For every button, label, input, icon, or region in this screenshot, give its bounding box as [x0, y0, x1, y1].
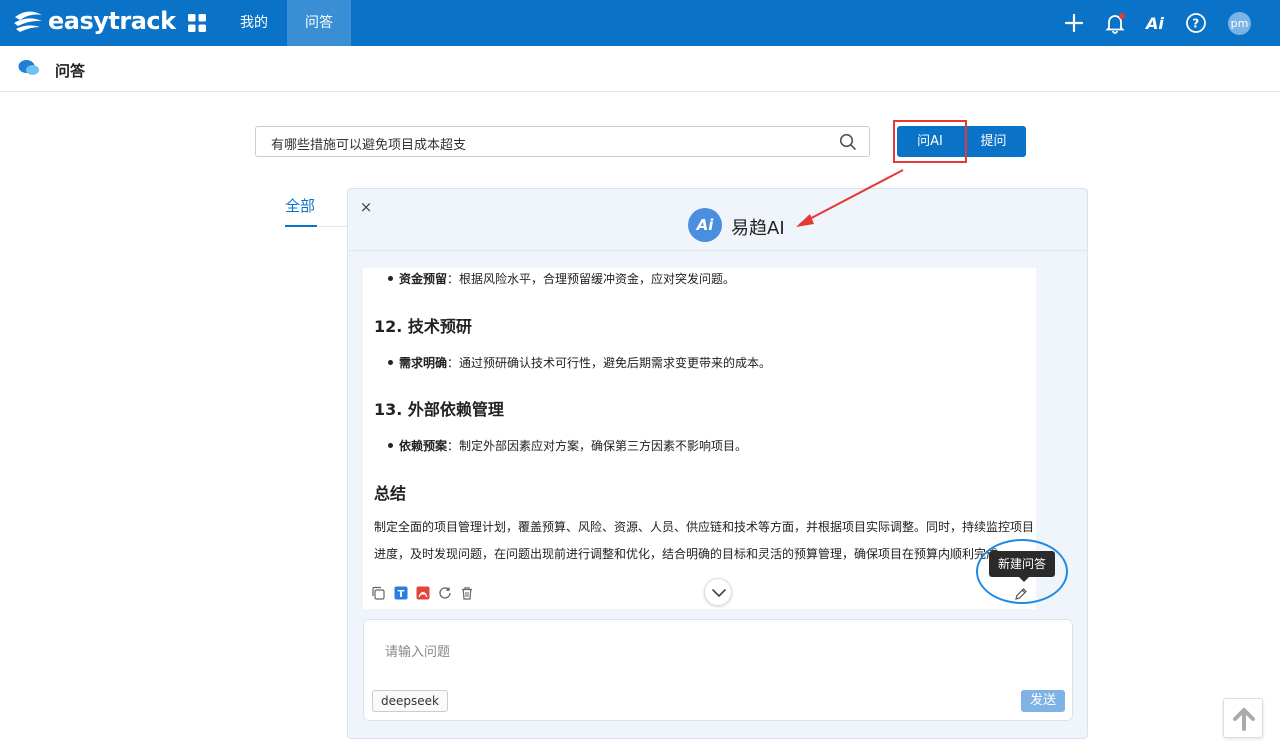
page-title: 问答	[55, 62, 86, 80]
word-export-icon[interactable]: T	[394, 586, 408, 600]
answer-bullet: 资金预留：根据风险水平，合理预留缓冲资金，应对突发问题。	[387, 272, 736, 286]
chevron-down-icon	[712, 589, 726, 598]
help-icon[interactable]: ?	[1185, 12, 1207, 34]
top-navbar: easytrack 我的 问答 Ai ? pm	[0, 0, 1280, 46]
answer-toolbar: T	[363, 579, 1036, 609]
ask-question-button[interactable]: 提问	[961, 126, 1026, 157]
send-button[interactable]: 发送	[1021, 690, 1065, 712]
model-selector[interactable]: deepseek	[372, 690, 448, 712]
svg-text:Ai: Ai	[1145, 14, 1164, 33]
arrow-up-icon	[1233, 708, 1255, 731]
tab-active-indicator	[285, 225, 317, 227]
tab-all[interactable]: 全部	[285, 195, 315, 216]
ai-answer-content: 资金预留：根据风险水平，合理预留缓冲资金，应对突发问题。 12. 技术预研 需求…	[363, 268, 1036, 608]
plus-icon[interactable]	[1063, 12, 1085, 34]
pdf-export-icon[interactable]	[416, 586, 430, 600]
search-input[interactable]: 有哪些措施可以避免项目成本超支	[255, 126, 870, 157]
answer-heading: 12. 技术预研	[374, 317, 472, 336]
svg-text:?: ?	[1192, 17, 1199, 31]
ai-chat-panel: × Ai 易趋AI 资金预留：根据风险水平，合理预留缓冲资金，应对突发问题。 1…	[347, 188, 1088, 739]
delete-icon[interactable]	[460, 586, 474, 600]
answer-paragraph: 制定全面的项目管理计划，覆盖预算、风险、资源、人员、供应链和技术等方面，并根据项…	[374, 520, 1035, 561]
answer-heading: 总结	[374, 484, 407, 503]
refresh-icon[interactable]	[438, 586, 452, 600]
answer-bullet: 依赖预案：制定外部因素应对方案，确保第三方因素不影响项目。	[387, 439, 748, 453]
logo-text: easytrack	[48, 7, 176, 35]
ai-panel-title: 易趋AI	[731, 218, 785, 239]
question-input[interactable]: 请输入问题 deepseek 发送	[363, 619, 1073, 721]
apps-grid-icon[interactable]	[188, 14, 206, 32]
svg-text:T: T	[398, 589, 405, 600]
question-input-placeholder: 请输入问题	[385, 645, 451, 660]
search-icon[interactable]	[839, 133, 857, 151]
panel-divider	[348, 250, 1087, 251]
highlight-circle	[976, 539, 1068, 604]
easytrack-logo[interactable]: easytrack	[12, 7, 176, 35]
nav-mine[interactable]: 我的	[222, 0, 286, 46]
nav-qa[interactable]: 问答	[287, 0, 351, 46]
ai-icon[interactable]: Ai	[1145, 12, 1167, 34]
notification-dot	[1119, 13, 1125, 19]
close-icon[interactable]: ×	[358, 199, 374, 215]
chat-bubbles-icon	[18, 60, 39, 75]
search-input-value: 有哪些措施可以避免项目成本超支	[271, 138, 467, 153]
back-to-top-button[interactable]	[1223, 698, 1263, 738]
page-header: 问答	[0, 46, 1280, 92]
highlight-box	[893, 120, 967, 163]
answer-heading: 13. 外部依赖管理	[374, 400, 504, 419]
logo-mark-icon	[14, 11, 42, 32]
copy-icon[interactable]	[371, 586, 385, 600]
tab-divider	[317, 226, 347, 227]
avatar[interactable]: pm	[1228, 12, 1251, 35]
answer-bullet: 需求明确：通过预研确认技术可行性，避免后期需求变更带来的成本。	[387, 356, 772, 370]
ai-logo-icon: Ai	[688, 208, 722, 242]
scroll-down-button[interactable]	[704, 578, 732, 606]
